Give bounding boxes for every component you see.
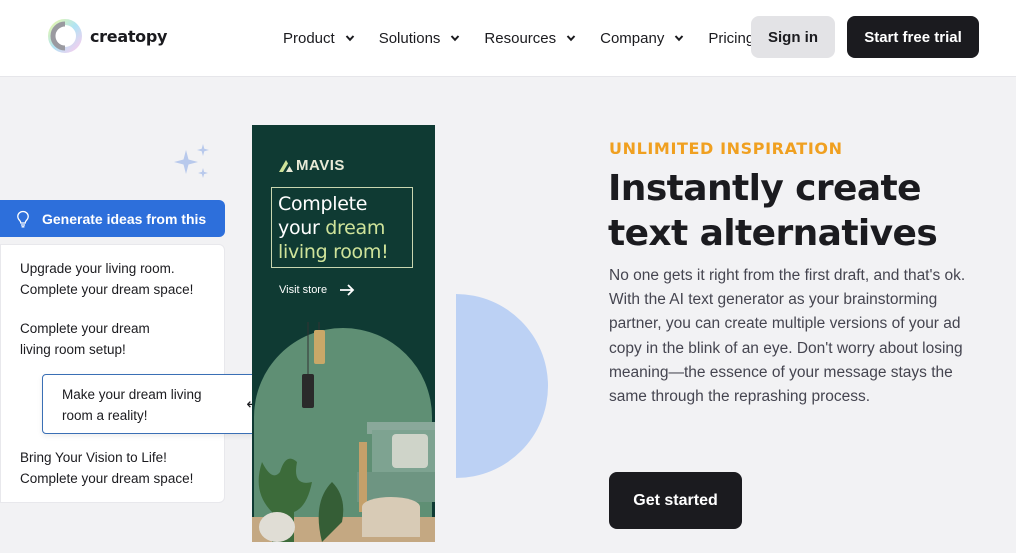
headline-line: Instantly create — [608, 168, 922, 209]
chevron-down-icon — [675, 35, 684, 42]
idea-option[interactable]: Complete your dream living room setup! — [20, 318, 150, 360]
section-description: No one gets it right from the first draf… — [609, 267, 966, 406]
ad-headline-line: Complete — [278, 193, 368, 215]
nav-company[interactable]: Company — [600, 27, 684, 49]
chevron-down-icon — [566, 35, 576, 42]
lightbulb-icon — [17, 210, 29, 227]
nav-pricing[interactable]: Pricing — [708, 27, 754, 49]
nav-solutions[interactable]: Solutions — [379, 27, 461, 49]
idea-option[interactable]: Bring Your Vision to Life! Complete your… — [20, 447, 193, 489]
ad-brand-name: MAVIS — [296, 157, 345, 174]
ad-preview-banner: MAVIS Complete your dream living room! V… — [252, 125, 435, 542]
section-headline: Instantly create text alternatives — [608, 166, 1008, 256]
ad-brand-logo: MAVIS — [278, 157, 345, 174]
idea-line: Upgrade your living room. — [20, 261, 175, 276]
chevron-down-icon — [451, 35, 460, 42]
nav-product[interactable]: Product — [283, 27, 355, 49]
sign-in-button[interactable]: Sign in — [751, 16, 835, 58]
mavis-logo-icon — [279, 159, 293, 172]
arrow-right-icon — [340, 284, 355, 296]
ad-headline-line: living room! — [278, 241, 389, 263]
ad-headline-highlight: dream — [325, 217, 386, 239]
idea-line: Bring Your Vision to Life! — [20, 450, 167, 465]
idea-line: Complete your dream space! — [20, 471, 194, 486]
half-circle-decoration — [456, 294, 548, 478]
headline-line: text alternatives — [608, 213, 938, 254]
selected-idea-option[interactable]: Make your dream living room a reality! ↵ — [42, 374, 276, 434]
ad-cta-label: Visit store — [279, 284, 328, 296]
logo[interactable]: creatopy — [48, 16, 167, 56]
idea-option[interactable]: Upgrade your living room. Complete your … — [20, 258, 193, 300]
start-free-trial-button[interactable]: Start free trial — [847, 16, 979, 58]
ad-headline-text: your — [278, 217, 326, 239]
nav-label: Solutions — [378, 29, 441, 47]
nav-label: Company — [600, 29, 665, 47]
generate-ideas-label: Generate ideas from this — [42, 210, 207, 227]
site-header: creatopy Product Solutions Resources Com… — [0, 0, 1016, 77]
idea-line: room a reality! — [62, 408, 148, 423]
get-started-button[interactable]: Get started — [609, 472, 742, 529]
ad-headline: Complete your dream living room! — [278, 192, 406, 264]
nav-label: Resources — [484, 29, 557, 47]
selected-idea-text: Make your dream living room a reality! — [62, 384, 202, 426]
main-nav: Product Solutions Resources Company Pric… — [283, 27, 778, 49]
idea-line: Complete your dream space! — [20, 282, 194, 297]
living-room-image — [252, 322, 435, 542]
ad-headline-box: Complete your dream living room! — [271, 187, 413, 268]
section-eyebrow: UNLIMITED INSPIRATION — [609, 139, 843, 158]
nav-label: Pricing — [708, 29, 755, 47]
creatopy-logo-icon — [48, 19, 82, 53]
sparkle-icon — [174, 144, 209, 178]
chevron-down-icon — [345, 35, 354, 42]
idea-line: living room setup! — [20, 342, 126, 357]
idea-line: Complete your dream — [20, 321, 150, 336]
ad-headline-line: your dream — [278, 216, 406, 240]
nav-resources[interactable]: Resources — [484, 27, 576, 49]
idea-line: Make your dream living — [62, 387, 202, 402]
generate-ideas-button[interactable]: Generate ideas from this — [0, 200, 225, 237]
ad-visit-store-link[interactable]: Visit store — [279, 284, 355, 296]
logo-text: creatopy — [90, 26, 168, 46]
nav-label: Product — [283, 29, 335, 47]
